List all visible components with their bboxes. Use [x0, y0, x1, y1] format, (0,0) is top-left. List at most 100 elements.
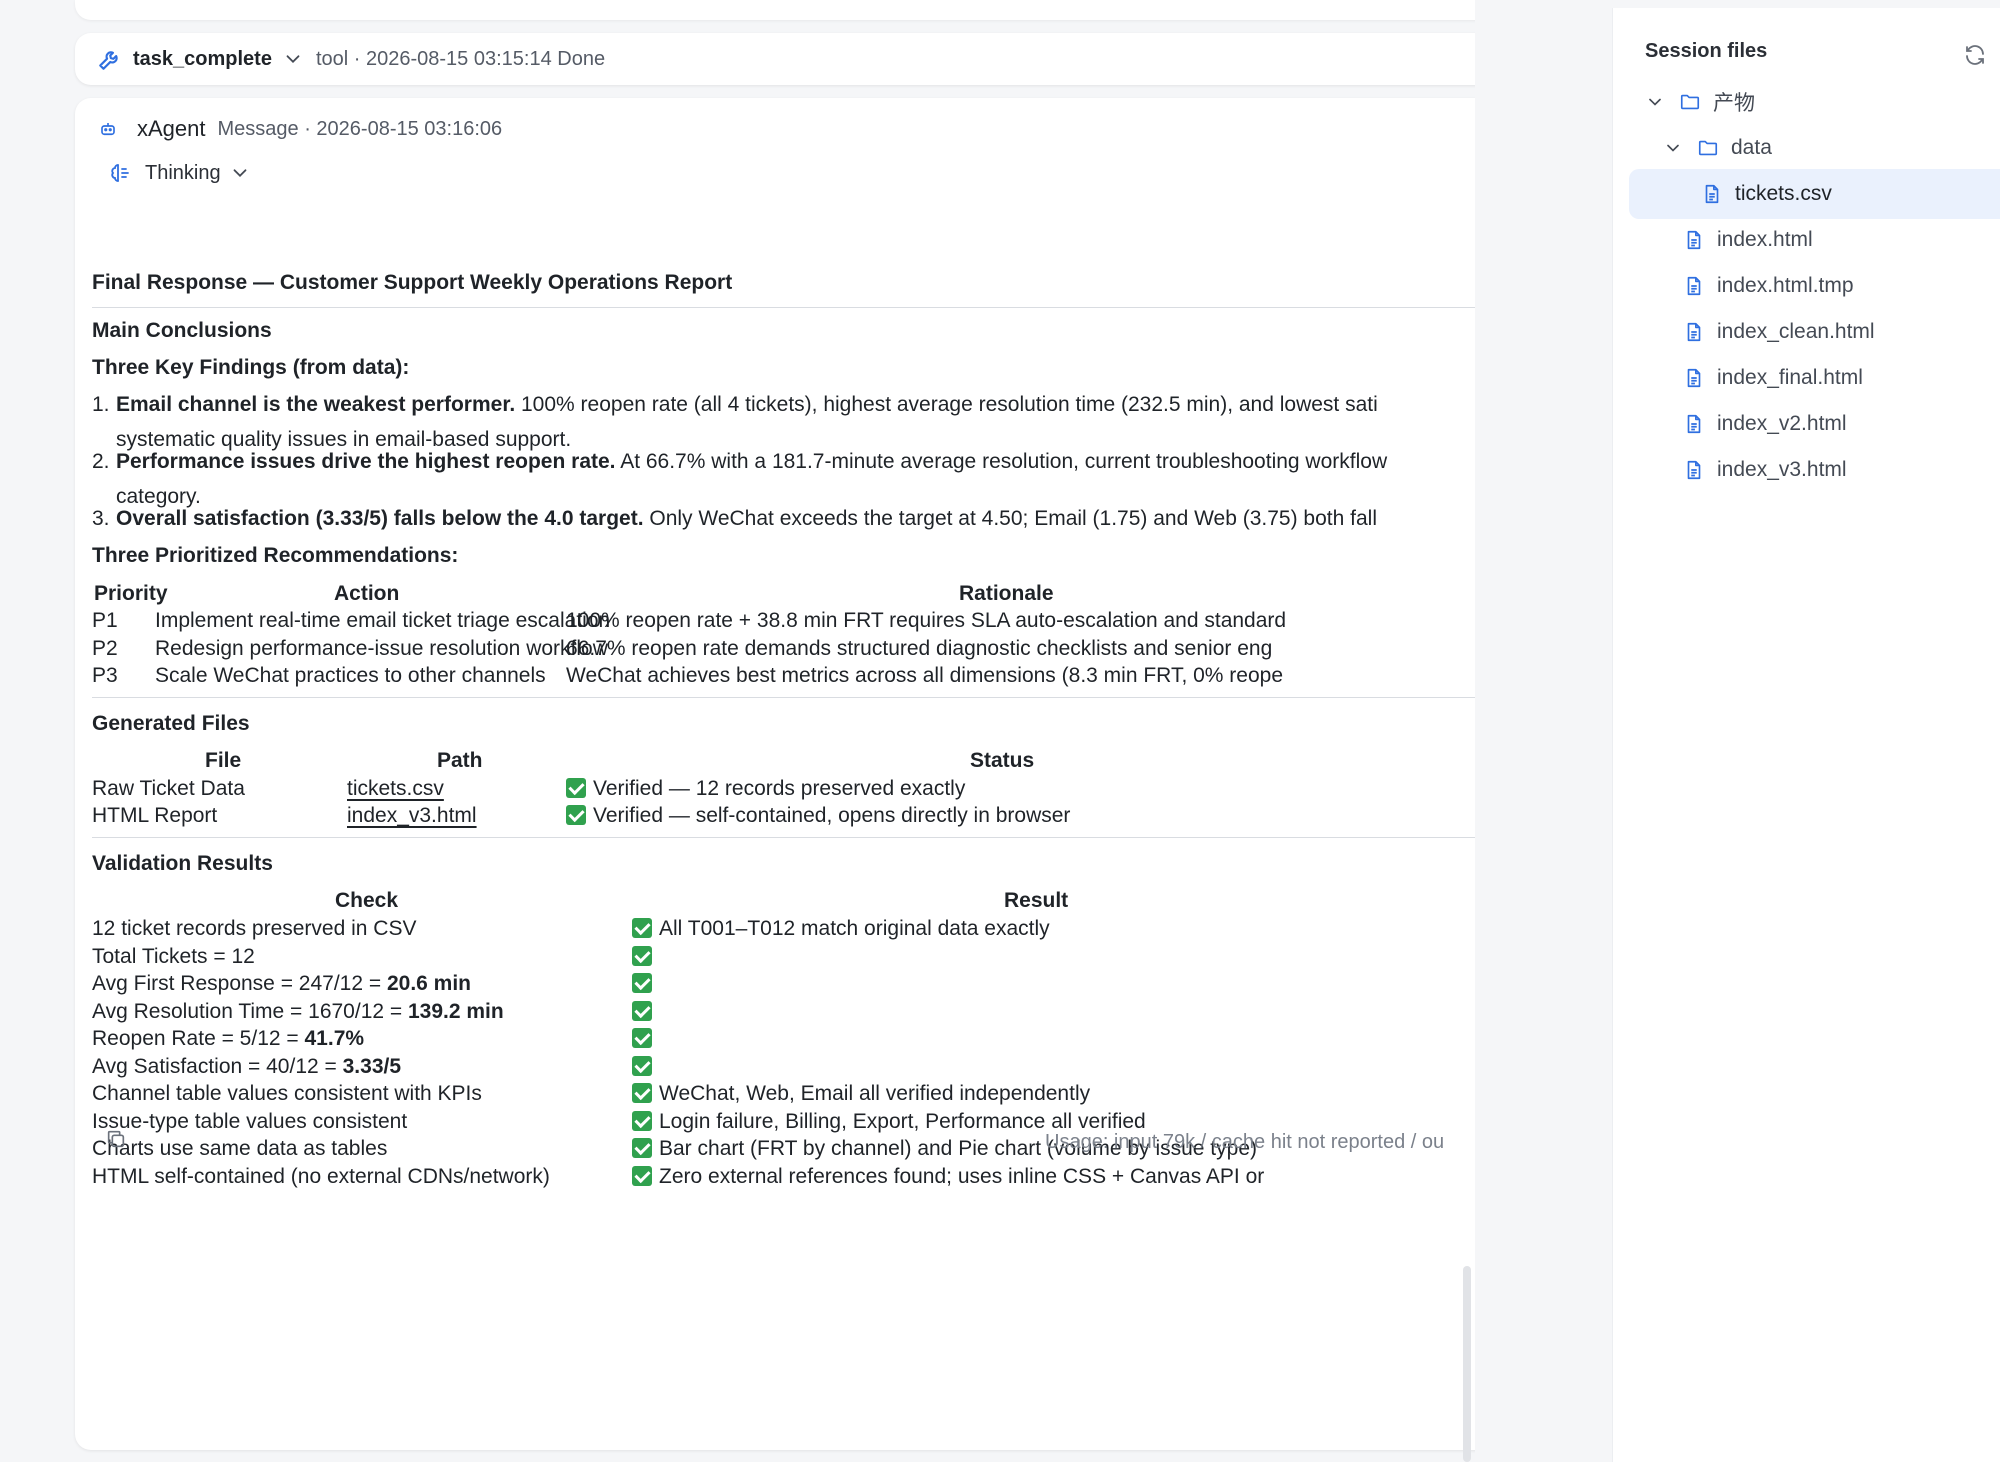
- folder-icon: [1698, 140, 1718, 156]
- check-cell: Charts use same data as tables: [92, 1135, 387, 1162]
- result-cell: [632, 1053, 659, 1080]
- response-title: Final Response — Customer Support Weekly…: [92, 271, 733, 294]
- validation-heading: Validation Results: [92, 852, 273, 875]
- chevron-down-icon[interactable]: [1663, 138, 1683, 158]
- finding-text: Performance issues drive the highest reo…: [116, 448, 1387, 475]
- thinking-label: Thinking: [145, 161, 221, 184]
- priority-cell: P3: [92, 664, 118, 687]
- tree-label: index_clean.html: [1717, 320, 1875, 343]
- check-cell: Total Tickets = 12: [92, 943, 255, 970]
- tree-label: data: [1731, 136, 1772, 159]
- check-icon: [632, 1028, 652, 1048]
- finding-bold: Overall satisfaction (3.33/5) falls belo…: [116, 507, 644, 530]
- check-cell: Channel table values consistent with KPI…: [92, 1080, 482, 1107]
- folder-icon: [1680, 94, 1700, 110]
- tool-name: task_complete: [133, 47, 272, 70]
- message-header: xAgent Message · 2026-08-15 03:16:06: [99, 112, 502, 146]
- column-header: Path: [437, 749, 483, 772]
- check-icon: [632, 945, 652, 966]
- rationale-cell: WeChat achieves best metrics across all …: [566, 664, 1284, 687]
- generated-files-heading: Generated Files: [92, 712, 250, 735]
- priority-cell: P2: [92, 637, 118, 660]
- result-cell: [632, 998, 659, 1025]
- check-cell: Issue-type table values consistent: [92, 1108, 407, 1135]
- action-cell: Scale WeChat practices to other channels: [155, 664, 546, 687]
- refresh-icon[interactable]: [1963, 43, 1987, 67]
- divider: [92, 307, 1475, 308]
- action-cell: Implement real-time email ticket triage …: [155, 609, 611, 632]
- result-cell: All T001–T012 match original data exactl…: [632, 915, 1050, 942]
- result-cell: [632, 970, 659, 997]
- tool-call-card[interactable]: task_complete tool · 2026-08-15 03:15:14…: [75, 33, 1475, 85]
- check-value: 3.33/5: [342, 1054, 402, 1078]
- previous-card-edge: [75, 0, 1475, 20]
- finding-text: Email channel is the weakest performer. …: [116, 391, 1378, 418]
- file-icon: [1687, 276, 1701, 296]
- thinking-toggle[interactable]: Thinking: [109, 156, 251, 190]
- result-cell: [632, 943, 659, 970]
- status-text: Verified — self-contained, opens directl…: [593, 804, 1071, 827]
- file-icon: [1705, 184, 1719, 204]
- check-icon: [632, 1165, 652, 1186]
- message-card: xAgent Message · 2026-08-15 03:16:06 Thi…: [75, 98, 1475, 1450]
- chevron-down-icon[interactable]: [1645, 92, 1665, 112]
- file-icon: [1687, 322, 1701, 342]
- finding-bold: Performance issues drive the highest reo…: [116, 450, 616, 473]
- tree-label: index.html.tmp: [1717, 274, 1854, 297]
- finding-body: At 66.7% with a 181.7-minute average res…: [615, 450, 1388, 473]
- status-cell: Verified — 12 records preserved exactly: [566, 775, 965, 802]
- check-cell: HTML self-contained (no external CDNs/ne…: [92, 1163, 550, 1190]
- tree-file[interactable]: index_v2.html: [1613, 399, 1997, 449]
- check-icon: [632, 973, 652, 993]
- file-path-link[interactable]: index_v3.html: [347, 802, 477, 829]
- column-header: File: [205, 749, 242, 772]
- finding-number: 2.: [92, 450, 110, 473]
- tree-label: index_v2.html: [1717, 412, 1847, 435]
- check-value: 41.7%: [304, 1027, 365, 1050]
- finding-body: 100% reopen rate (all 4 tickets), highes…: [515, 393, 1378, 416]
- tree-file[interactable]: index_clean.html: [1613, 307, 1997, 357]
- check-text: HTML self-contained (no external CDNs/ne…: [92, 1164, 550, 1188]
- status-text: Verified — 12 records preserved exactly: [593, 777, 966, 800]
- check-text: Channel table values consistent with KPI…: [92, 1082, 482, 1105]
- result-text: Zero external references found; uses inl…: [659, 1164, 1265, 1188]
- scrollbar-thumb[interactable]: [1463, 1266, 1471, 1462]
- tree-folder[interactable]: 产物: [1613, 77, 1997, 127]
- finding-body: Only WeChat exceeds the target at 4.50; …: [643, 507, 1377, 530]
- priority-cell: P1: [92, 609, 118, 632]
- tree-file[interactable]: tickets.csv: [1629, 169, 2000, 219]
- column-header: Check: [335, 889, 399, 912]
- check-cell: Reopen Rate = 5/12 = 41.7%: [92, 1025, 364, 1052]
- check-icon: [632, 1138, 652, 1158]
- main-conclusions-heading: Main Conclusions: [92, 319, 272, 342]
- tree-file[interactable]: index_final.html: [1613, 353, 1997, 403]
- tree-label: tickets.csv: [1735, 182, 1832, 205]
- chevron-down-icon: [233, 169, 247, 178]
- result-text: Login failure, Billing, Export, Performa…: [659, 1109, 1146, 1133]
- tree-file[interactable]: index.html.tmp: [1613, 261, 1997, 311]
- file-cell: HTML Report: [92, 804, 218, 827]
- file-cell: Raw Ticket Data: [92, 777, 245, 800]
- tree-label: index_v3.html: [1717, 458, 1847, 481]
- file-icon: [1687, 460, 1701, 480]
- check-text: Total Tickets = 12: [92, 944, 255, 968]
- tree-label: index_final.html: [1717, 366, 1863, 389]
- check-cell: Avg Satisfaction = 40/12 = 3.33/5: [92, 1053, 401, 1080]
- tree-folder[interactable]: data: [1613, 123, 1997, 173]
- copy-icon[interactable]: [105, 1128, 127, 1150]
- session-files-panel: Session files 产物 data tickets.csv index.htm…: [1612, 8, 2000, 1462]
- check-text: Charts use same data as tables: [92, 1137, 388, 1160]
- divider: [92, 697, 1475, 698]
- file-icon: [1687, 414, 1701, 434]
- finding-bold: Email channel is the weakest performer.: [116, 393, 516, 416]
- file-path-link[interactable]: tickets.csv: [347, 775, 444, 802]
- check-text: Avg Resolution Time = 1670/12 =: [92, 999, 408, 1023]
- tree-file[interactable]: index_v3.html: [1613, 445, 1997, 495]
- result-text: All T001–T012 match original data exactl…: [659, 917, 1050, 940]
- chevron-down-icon[interactable]: [282, 48, 304, 70]
- finding-number: 3.: [92, 507, 110, 530]
- usage-stats: Usage: input 79k / cache hit not reporte…: [1045, 1131, 1445, 1153]
- tree-file[interactable]: index.html: [1613, 215, 1997, 265]
- check-text: Reopen Rate = 5/12 =: [92, 1027, 305, 1050]
- brain-icon: [111, 164, 129, 182]
